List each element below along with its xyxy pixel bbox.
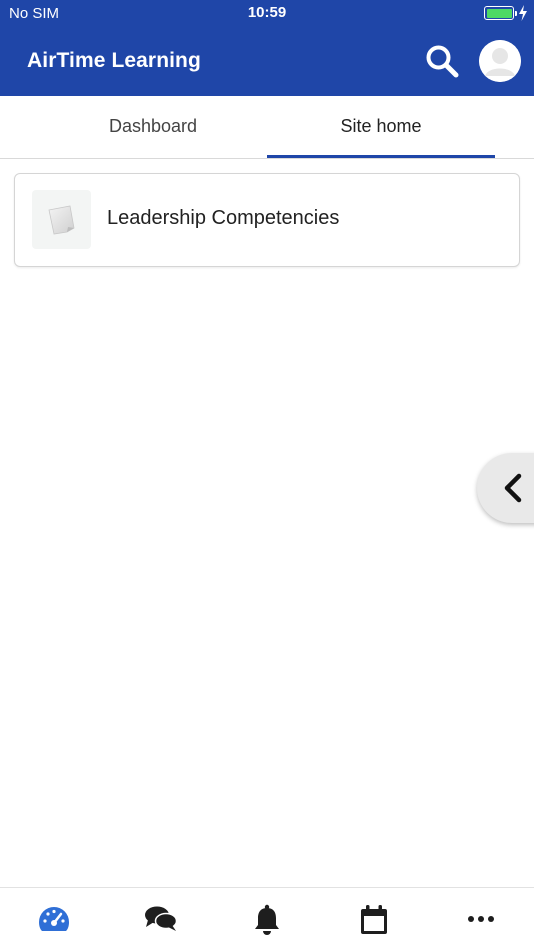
course-thumbnail xyxy=(32,190,91,249)
status-bar: No SIM 10:59 xyxy=(0,0,534,28)
tab-site-home[interactable]: Site home xyxy=(267,96,495,158)
notifications-bell-icon xyxy=(254,904,279,935)
messages-icon xyxy=(144,906,177,931)
clock: 10:59 xyxy=(247,4,287,21)
user-avatar[interactable] xyxy=(479,40,521,82)
battery-full-icon xyxy=(484,6,517,20)
app-header: AirTime Learning xyxy=(0,28,534,96)
nav-more[interactable] xyxy=(427,888,534,950)
search-button[interactable] xyxy=(424,43,460,79)
bottom-nav xyxy=(0,887,534,950)
dashboard-gauge-icon xyxy=(38,907,69,931)
app-title: AirTime Learning xyxy=(27,49,201,72)
more-icon xyxy=(467,916,494,922)
course-name: Leadership Competencies xyxy=(107,207,340,229)
course-card[interactable]: Leadership Competencies xyxy=(14,173,520,267)
nav-messages[interactable] xyxy=(107,888,214,950)
nav-notifications[interactable] xyxy=(213,888,320,950)
nav-dashboard[interactable] xyxy=(0,888,107,950)
charging-bolt-icon xyxy=(519,5,527,21)
nav-calendar[interactable] xyxy=(320,888,427,950)
search-icon xyxy=(426,45,459,78)
tab-bar: Dashboard Site home xyxy=(0,96,534,159)
user-avatar-icon xyxy=(479,40,521,82)
block-drawer-toggle[interactable] xyxy=(477,453,534,523)
course-document-icon xyxy=(48,205,75,235)
tab-label: Dashboard xyxy=(108,116,198,136)
active-tab-indicator xyxy=(267,155,495,158)
tab-dashboard[interactable]: Dashboard xyxy=(39,96,267,158)
tab-label: Site home xyxy=(340,116,422,136)
calendar-icon xyxy=(360,905,387,934)
chevron-left-icon xyxy=(504,473,522,503)
